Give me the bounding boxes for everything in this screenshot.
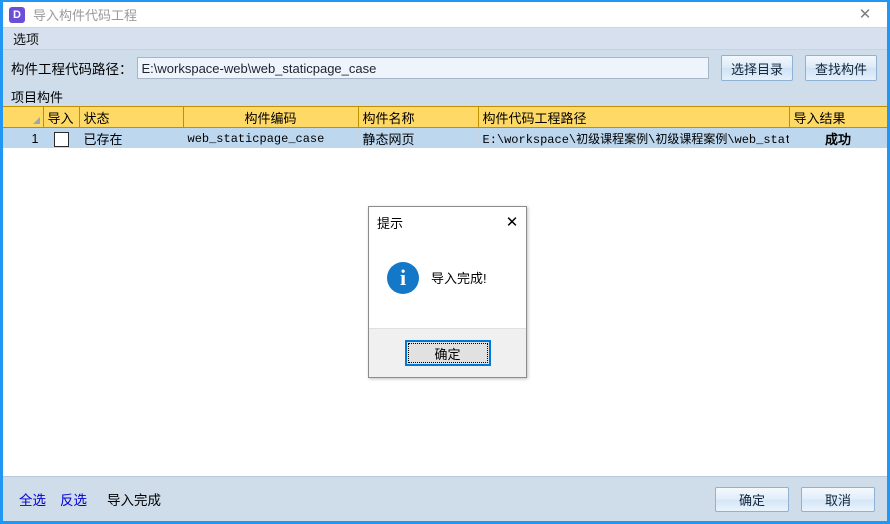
select-directory-button[interactable]: 选择目录 <box>721 55 793 81</box>
select-all-triangle-icon <box>32 117 40 124</box>
table-header-row: 导入 状态 构件编码 构件名称 构件代码工程路径 导入结果 <box>3 106 887 128</box>
ok-button[interactable]: 确定 <box>715 486 789 512</box>
close-icon[interactable]: ✕ <box>843 2 887 27</box>
select-all-link[interactable]: 全选 <box>19 489 46 509</box>
project-components-label: 项目构件 <box>3 86 887 106</box>
menubar: 选项 <box>3 28 887 50</box>
info-icon: i <box>387 261 419 294</box>
path-toolbar: 构件工程代码路径： 选择目录 查找构件 <box>3 50 887 86</box>
path-label: 构件工程代码路径： <box>11 62 133 77</box>
invert-selection-link[interactable]: 反选 <box>60 489 87 509</box>
table-row[interactable]: 1 已存在 web_staticpage_case 静态网页 E:\worksp… <box>3 127 887 150</box>
row-number: 1 <box>3 127 44 150</box>
find-components-button[interactable]: 查找构件 <box>805 55 877 81</box>
dialog-ok-button[interactable]: 确定 <box>404 340 491 366</box>
footer-bar: 全选 反选 导入完成 确定 取消 <box>3 476 887 521</box>
window-titlebar: D 导入构件代码工程 ✕ <box>3 2 887 28</box>
row-import-result: 成功 <box>789 127 887 150</box>
dialog-close-icon[interactable]: ✕ <box>498 208 526 236</box>
row-import-checkbox-cell[interactable] <box>43 127 80 150</box>
dialog-title: 提示 <box>377 215 404 231</box>
import-checkbox[interactable] <box>53 131 69 147</box>
dialog-ok-label: 确定 <box>434 346 461 362</box>
app-icon: D <box>9 6 25 23</box>
cancel-button[interactable]: 取消 <box>801 486 875 512</box>
import-complete-dialog: 提示 ✕ i 导入完成! 确定 <box>368 206 527 378</box>
column-header-result[interactable]: 导入结果 <box>789 106 887 128</box>
dialog-message: 导入完成! <box>431 271 487 286</box>
column-header-import[interactable]: 导入 <box>43 106 80 128</box>
dialog-body: i 导入完成! <box>369 237 526 328</box>
row-component-path: E:\workspace\初级课程案例\初级课程案例\web_staticp <box>478 127 790 150</box>
window-title: 导入构件代码工程 <box>33 8 138 23</box>
dialog-titlebar: 提示 ✕ <box>369 207 526 237</box>
import-status-text: 导入完成 <box>107 493 161 508</box>
project-code-path-input[interactable] <box>136 57 709 79</box>
row-component-code: web_staticpage_case <box>183 127 359 150</box>
menu-item-options[interactable]: 选项 <box>9 28 43 49</box>
column-header-status[interactable]: 状态 <box>79 106 184 128</box>
row-status: 已存在 <box>79 127 184 150</box>
column-header-path[interactable]: 构件代码工程路径 <box>478 106 790 128</box>
grid-corner-cell[interactable] <box>3 106 44 128</box>
dialog-footer: 确定 <box>369 328 526 377</box>
components-table: 导入 状态 构件编码 构件名称 构件代码工程路径 导入结果 1 已存在 web_… <box>3 106 887 150</box>
import-component-code-project-window: D 导入构件代码工程 ✕ 选项 构件工程代码路径： 选择目录 查找构件 项目构件 <box>0 0 890 524</box>
column-header-name[interactable]: 构件名称 <box>358 106 479 128</box>
column-header-code[interactable]: 构件编码 <box>183 106 359 128</box>
row-component-name: 静态网页 <box>358 127 479 150</box>
